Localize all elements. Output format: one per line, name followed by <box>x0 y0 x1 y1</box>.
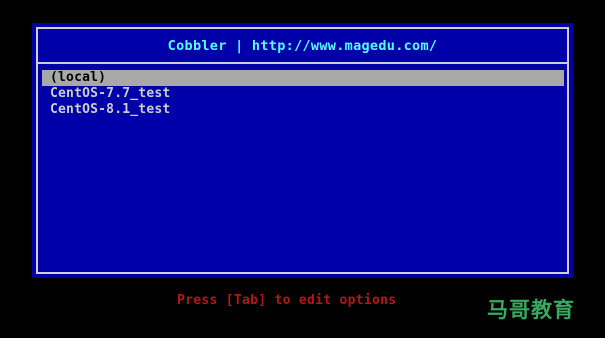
menu-item-centos-7-7-test[interactable]: CentOS-7.7_test <box>42 86 564 102</box>
title-separator <box>36 62 569 64</box>
menu-border <box>36 27 569 274</box>
boot-menu-window: Cobbler | http://www.magedu.com/ (local)… <box>32 23 573 278</box>
watermark-logo: 马哥教育 <box>487 298 575 322</box>
edit-options-hint: Press [Tab] to edit options <box>177 293 397 308</box>
menu-title: Cobbler | http://www.magedu.com/ <box>167 38 438 54</box>
boot-menu-list: (local) CentOS-7.7_test CentOS-8.1_test <box>42 70 564 118</box>
menu-item-centos-8-1-test[interactable]: CentOS-8.1_test <box>42 102 564 118</box>
menu-item-local[interactable]: (local) <box>42 70 564 86</box>
boot-screen: Cobbler | http://www.magedu.com/ (local)… <box>0 0 605 338</box>
